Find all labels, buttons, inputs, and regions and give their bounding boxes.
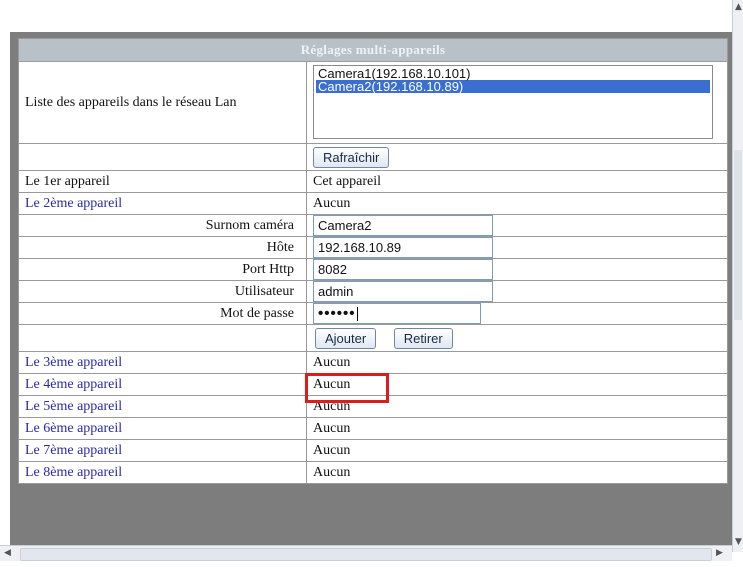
vertical-scrollbar[interactable]: ▲ ▼: [732, 0, 743, 552]
add-button[interactable]: Ajouter: [315, 327, 377, 349]
device-5-link[interactable]: Le 5ème appareil: [18, 395, 307, 418]
alias-label: Surnom caméra: [18, 214, 307, 237]
device-2-link[interactable]: Le 2ème appareil: [18, 192, 307, 215]
top-strip: [0, 0, 743, 32]
device-7-row: Le 7ème appareil Aucun: [18, 439, 729, 462]
device-5-row: Le 5ème appareil Aucun: [18, 395, 729, 418]
device-2-row: Le 2ème appareil Aucun: [18, 192, 729, 215]
user-cell: admin: [305, 280, 729, 303]
device-8-value: Aucun: [305, 461, 729, 484]
chevron-down-icon[interactable]: ▼: [735, 538, 742, 547]
device-3-row: Le 3ème appareil Aucun: [18, 351, 729, 374]
device-4-value: Aucun: [305, 373, 729, 396]
device-list-item-selected[interactable]: Camera2(192.168.10.89): [316, 80, 710, 93]
multi-device-table: Réglages multi-appareils Liste des appar…: [17, 38, 729, 484]
refresh-cell: Rafraîchir: [305, 143, 729, 171]
device-8-link[interactable]: Le 8ème appareil: [18, 461, 307, 484]
chevron-up-icon[interactable]: ▲: [735, 3, 742, 12]
chevron-right-icon[interactable]: ▶: [716, 549, 723, 558]
refresh-empty-cell: [18, 143, 307, 171]
device-7-link[interactable]: Le 7ème appareil: [18, 439, 307, 462]
horizontal-scroll-thumb[interactable]: [20, 548, 712, 561]
host-input[interactable]: 192.168.10.89: [313, 237, 493, 258]
port-cell: 8082: [305, 258, 729, 281]
device-2-value: Aucun: [305, 192, 729, 215]
port-label: Port Http: [18, 258, 307, 281]
device-1-value: Cet appareil: [305, 170, 729, 193]
device-3-link[interactable]: Le 3ème appareil: [18, 351, 307, 374]
device-4-row: Le 4ème appareil Aucun: [18, 373, 729, 396]
device-list-cell: Camera1(192.168.10.101) Camera2(192.168.…: [305, 61, 729, 144]
host-cell: 192.168.10.89: [305, 236, 729, 259]
device-6-link[interactable]: Le 6ème appareil: [18, 417, 307, 440]
host-row: Hôte 192.168.10.89: [18, 236, 729, 259]
device-4-link[interactable]: Le 4ème appareil: [18, 373, 307, 396]
device-5-value: Aucun: [305, 395, 729, 418]
alias-cell: Camera2: [305, 214, 729, 237]
port-input[interactable]: 8082: [313, 259, 493, 280]
device-8-row: Le 8ème appareil Aucun: [18, 461, 729, 484]
password-row: Mot de passe ••••••: [18, 302, 729, 325]
device-list-label: Liste des appareils dans le réseau Lan: [18, 61, 307, 144]
user-input[interactable]: admin: [313, 281, 493, 302]
host-label: Hôte: [18, 236, 307, 259]
refresh-row: Rafraîchir: [18, 143, 729, 171]
horizontal-scrollbar[interactable]: ◀ ▶: [0, 545, 732, 562]
password-label: Mot de passe: [18, 302, 307, 325]
user-label: Utilisateur: [18, 280, 307, 303]
alias-input[interactable]: Camera2: [313, 215, 493, 236]
actions-cell: Ajouter Retirer: [305, 324, 729, 352]
device-6-value: Aucun: [305, 417, 729, 440]
refresh-button[interactable]: Rafraîchir: [313, 146, 390, 168]
bottom-strip: [0, 561, 743, 567]
device-1-row: Le 1er appareil Cet appareil: [18, 170, 729, 193]
device-3-value: Aucun: [305, 351, 729, 374]
actions-row: Ajouter Retirer: [18, 324, 729, 352]
password-input[interactable]: ••••••: [313, 303, 481, 324]
password-cell: ••••••: [305, 302, 729, 325]
user-row: Utilisateur admin: [18, 280, 729, 303]
device-list-row: Liste des appareils dans le réseau Lan C…: [18, 61, 729, 144]
chevron-left-icon[interactable]: ◀: [4, 549, 11, 558]
actions-empty-cell: [18, 324, 307, 352]
device-7-value: Aucun: [305, 439, 729, 462]
table-header-row: Réglages multi-appareils: [17, 38, 729, 62]
port-row: Port Http 8082: [18, 258, 729, 281]
panel-title: Réglages multi-appareils: [17, 38, 729, 62]
vertical-scroll-thumb[interactable]: [734, 150, 742, 320]
device-6-row: Le 6ème appareil Aucun: [18, 417, 729, 440]
remove-button[interactable]: Retirer: [393, 327, 453, 349]
device-listbox[interactable]: Camera1(192.168.10.101) Camera2(192.168.…: [313, 65, 713, 139]
device-1-label: Le 1er appareil: [18, 170, 307, 193]
alias-row: Surnom caméra Camera2: [18, 214, 729, 237]
